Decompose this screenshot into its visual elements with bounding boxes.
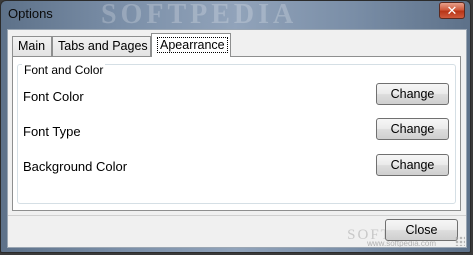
tab-tabs-and-pages-label: Tabs and Pages [58, 39, 148, 53]
appearance-panel: Font and Color Font Color Change Font Ty… [12, 56, 461, 211]
title-bar[interactable]: SOFTPEDIA Options ✕ [1, 0, 470, 30]
window-title: Options [8, 6, 53, 21]
options-window: SOFTPEDIA Options ✕ Main Tabs and Pages … [0, 0, 471, 253]
close-button[interactable]: Close [385, 219, 458, 241]
dialog-body: Main Tabs and Pages Apearrance Font and … [7, 29, 467, 248]
tab-tabs-and-pages[interactable]: Tabs and Pages [52, 36, 151, 56]
background-color-label: Background Color [23, 159, 128, 174]
title-watermark: SOFTPEDIA [101, 0, 298, 30]
tab-main-label: Main [18, 39, 46, 53]
font-type-change-button[interactable]: Change [376, 118, 449, 140]
footer-separator [8, 215, 466, 216]
window-close-button[interactable]: ✕ [439, 2, 465, 19]
tab-appearance[interactable]: Apearrance [151, 33, 231, 57]
group-title: Font and Color [22, 63, 106, 77]
font-type-label: Font Type [23, 124, 81, 139]
resize-grip-icon[interactable] [455, 236, 465, 246]
font-and-color-group: Font and Color Font Color Change Font Ty… [17, 63, 456, 204]
close-icon: ✕ [446, 3, 458, 18]
tab-main[interactable]: Main [12, 36, 52, 56]
font-color-change-button[interactable]: Change [376, 83, 449, 105]
font-color-label: Font Color [23, 89, 84, 104]
background-color-change-button[interactable]: Change [376, 154, 449, 176]
tab-appearance-label: Apearrance [157, 37, 228, 53]
